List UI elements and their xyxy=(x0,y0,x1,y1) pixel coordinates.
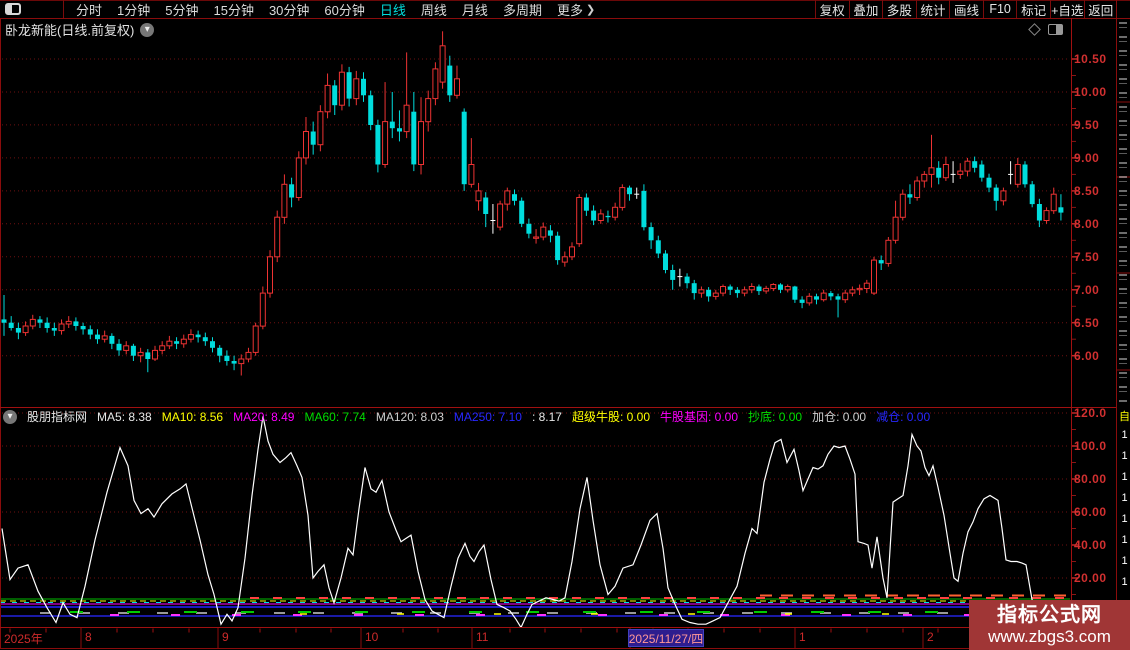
price-axis-label: 7.00 xyxy=(1074,282,1100,297)
indicator-axis-label: 80.00 xyxy=(1074,472,1107,486)
menu-more[interactable]: 更多 ❯ xyxy=(557,0,595,19)
indicator-header: ▾ 股朋指标网 MA5: 8.38 MA10: 8.56 MA20: 8.49 MA60… xyxy=(3,409,930,424)
button-复权[interactable]: 复权 xyxy=(815,0,849,18)
indicator-value: MA120: 8.03 xyxy=(375,409,444,424)
indicator-value: 加仓: 0.00 xyxy=(812,410,867,424)
indicator-axis-label: 20.00 xyxy=(1074,571,1107,585)
symbol-title: 卧龙新能(日线.前复权) xyxy=(5,23,135,38)
toolbar-right-buttons: 复权 叠加 多股 统计 画线 F10 标记 +自选 返回 xyxy=(815,0,1117,18)
button-画线[interactable]: 画线 xyxy=(949,0,983,18)
chevron-down-icon[interactable]: ▾ xyxy=(140,22,155,37)
indicator-value: MA250: 7.10 xyxy=(453,409,522,424)
indicator-name: 股朋指标网 xyxy=(27,410,88,424)
indicator-value: 超级牛股: 0.00 xyxy=(571,410,650,424)
sidebar-item-count[interactable]: 1 xyxy=(1119,450,1130,462)
price-axis-label: 8.00 xyxy=(1074,216,1100,231)
tab-period-周线[interactable]: 周线 xyxy=(421,0,447,19)
layout-toggle-icon[interactable] xyxy=(5,3,21,15)
date-label: 9 xyxy=(222,630,229,644)
indicator-axis-label: 60.00 xyxy=(1074,505,1107,519)
price-axis-label: 6.00 xyxy=(1074,348,1100,363)
indicator-axis-label: 100.0 xyxy=(1074,439,1107,453)
watermark-badge: 指标公式网 www.zbgs3.com xyxy=(969,600,1130,650)
price-axis-label: 9.50 xyxy=(1074,117,1100,132)
button-+自选[interactable]: +自选 xyxy=(1049,0,1084,18)
menu-more-label: 更多 xyxy=(556,2,583,18)
date-label: 11 xyxy=(476,630,489,644)
period-menu: 分时 1分钟 5分钟 15分钟 30分钟 60分钟 日线 周线 月线 多周期 更多 ❯ xyxy=(76,0,595,18)
date-label: 1 xyxy=(799,630,806,644)
button-统计[interactable]: 统计 xyxy=(915,0,950,18)
tab-period-1分钟[interactable]: 1分钟 xyxy=(117,0,150,19)
tab-period-30分钟[interactable]: 30分钟 xyxy=(269,0,309,19)
button-返回[interactable]: 返回 xyxy=(1083,0,1118,18)
price-axis-label: 10.50 xyxy=(1074,52,1107,66)
sidebar-item-count[interactable]: 1 xyxy=(1119,492,1130,504)
tab-period-多周期[interactable]: 多周期 xyxy=(503,0,542,19)
price-axis-label: 6.50 xyxy=(1074,315,1100,330)
tab-period-60分钟[interactable]: 60分钟 xyxy=(324,0,364,19)
sidebar-item-count[interactable]: 1 xyxy=(1119,555,1130,567)
toolbar-divider xyxy=(63,0,64,18)
indicator-collapse-icon[interactable]: ▾ xyxy=(3,409,17,424)
chevron-right-icon: ❯ xyxy=(585,3,596,16)
price-axis-label: 9.00 xyxy=(1074,150,1100,165)
indicator-value: 减仓: 0.00 xyxy=(876,410,931,424)
tab-period-15分钟[interactable]: 15分钟 xyxy=(213,0,253,19)
button-多股[interactable]: 多股 xyxy=(882,0,916,18)
sidebar-item-count[interactable]: 1 xyxy=(1119,576,1130,588)
indicator-value: MA5: 8.38 xyxy=(97,409,152,424)
indicator-value: MA60: 7.74 xyxy=(304,409,366,424)
indicator-axis-label: 40.00 xyxy=(1074,538,1107,552)
date-axis[interactable]: 2025年 8 9 10 11 1 2 xyxy=(0,628,1130,648)
price-axis-label: 10.00 xyxy=(1074,84,1107,99)
chart-canvas[interactable] xyxy=(0,0,1130,650)
panel-split-icon[interactable] xyxy=(1048,23,1063,35)
price-axis-label: 7.50 xyxy=(1074,249,1100,264)
date-label: 10 xyxy=(365,630,379,644)
sidebar-item-count[interactable]: 1 xyxy=(1119,513,1130,525)
stock-app-window: 分时 1分钟 5分钟 15分钟 30分钟 60分钟 日线 周线 月线 多周期 更多 ❯ 复权 叠加 多股统… xyxy=(0,0,1130,650)
indicator-value: 牛股基因: 0.00 xyxy=(660,410,739,424)
indicator-value: MA10: 8.56 xyxy=(161,409,224,424)
title-row-icons xyxy=(1028,19,1063,39)
indicator-axis-label: 120.0 xyxy=(1074,406,1107,420)
price-axis-label: 8.50 xyxy=(1074,183,1100,198)
indicator-value: MA20: 8.49 xyxy=(233,409,295,424)
watermark-title: 指标公式网 xyxy=(997,604,1102,626)
symbol-title-bar: 卧龙新能(日线.前复权) ▾ xyxy=(0,19,1070,40)
sidebar-item-auto[interactable]: 自 xyxy=(1119,408,1130,424)
indicator-value: 抄底: 0.00 xyxy=(748,410,803,424)
date-label: 2 xyxy=(927,630,934,644)
indicator-value: : 8.17 xyxy=(531,409,562,424)
tab-period-5分钟[interactable]: 5分钟 xyxy=(165,0,198,19)
button-叠加[interactable]: 叠加 xyxy=(848,0,883,18)
sidebar-item-count[interactable]: 1 xyxy=(1119,534,1130,546)
sidebar-item-count[interactable]: 1 xyxy=(1119,429,1130,441)
tab-period-分时[interactable]: 分时 xyxy=(76,0,102,19)
button-F10[interactable]: F10 xyxy=(982,0,1017,18)
date-label: 8 xyxy=(85,630,92,644)
highlighted-date: 2025/11/27/四 xyxy=(628,629,704,647)
tab-period-日线[interactable]: 日线 xyxy=(380,0,406,19)
diamond-icon[interactable] xyxy=(1028,22,1041,36)
date-label: 2025年 xyxy=(4,632,43,646)
sidebar-item-count[interactable]: 1 xyxy=(1119,471,1130,483)
tab-period-月线[interactable]: 月线 xyxy=(462,0,488,19)
right-sidebar-clipped-text[interactable] xyxy=(1119,22,1127,405)
watermark-url: www.zbgs3.com xyxy=(988,627,1111,646)
button-标记[interactable]: 标记 xyxy=(1016,0,1050,18)
